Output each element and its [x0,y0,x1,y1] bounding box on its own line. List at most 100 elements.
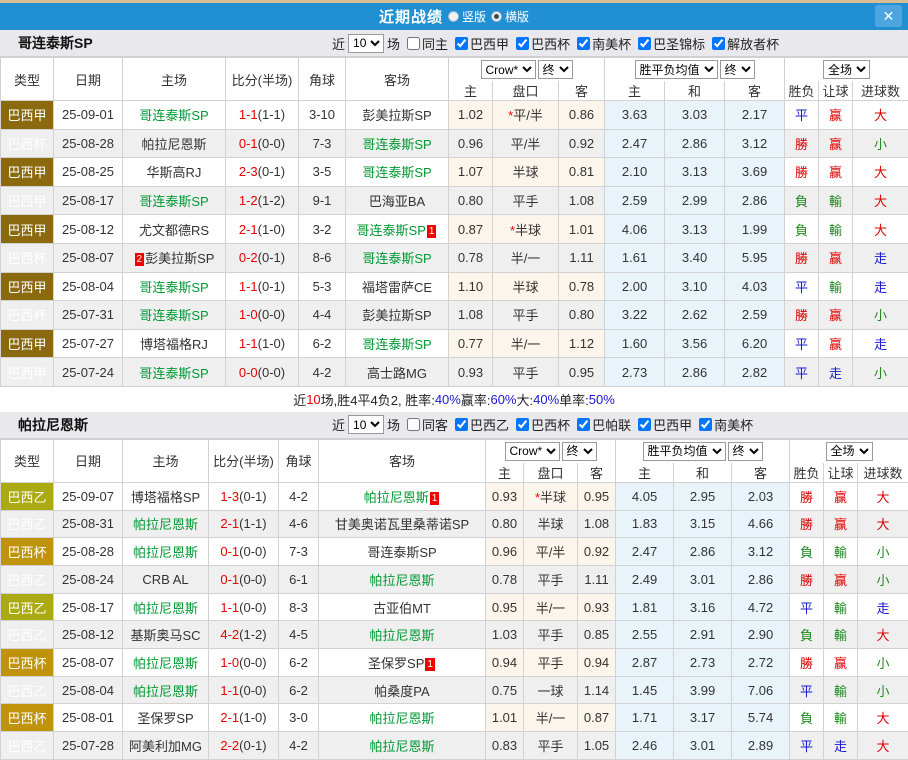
handicap-cell: *半球 [493,215,559,244]
result-handicap-cell: 輸 [819,186,853,215]
mean-away-cell: 2.90 [732,621,790,649]
away-odds-cell: 1.08 [559,186,605,215]
close-button[interactable]: ✕ [875,5,902,27]
mean-home-cell: 1.61 [605,243,665,272]
score-cell: 2-1(1-0) [226,215,299,244]
away-team-cell: 帕拉尼恩斯 [319,566,486,594]
result-goals-cell: 走 [853,272,908,301]
fulltime-score: 1-1 [239,107,258,122]
league-checkbox[interactable] [516,37,529,50]
handicap-cell: 平手 [524,566,578,594]
handicap-cell: 半球 [524,510,578,538]
handicap-cell: 平/半 [493,129,559,158]
mean-home-cell: 2.49 [616,566,674,594]
odds-time-select[interactable]: 终 [538,60,573,79]
date-cell: 25-08-24 [54,566,123,594]
team-name: 彭美拉斯SP [362,308,431,323]
away-team-cell: 甘美奥诺瓦里桑蒂诺SP [319,510,486,538]
mean-away-cell: 2.86 [732,566,790,594]
score-cell: 2-1(1-0) [209,704,279,732]
same-venue-checkbox[interactable] [407,418,420,431]
fulltime-select[interactable]: 全场 [826,442,873,461]
handicap-cell: 半球 [493,272,559,301]
fulltime-score: 0-1 [220,572,239,587]
away-team-cell: 哥连泰斯SP [319,538,486,566]
handicap-cell: 半/一 [524,704,578,732]
mean-select[interactable]: 胜平负均值 [635,60,718,79]
match-count-select[interactable]: 10 [348,415,384,434]
col-away: 客场 [319,439,486,482]
fulltime-select[interactable]: 全场 [823,60,870,79]
result-goals-cell: 小 [858,566,908,594]
result-handicap-cell: 輸 [819,272,853,301]
league-checkbox[interactable] [577,37,590,50]
match-row: 巴西甲 25-09-01 哥连泰斯SP 1-1(1-1) 3-10 彭美拉斯SP… [1,101,908,130]
home-odds-cell: 0.78 [449,243,493,272]
league-checkbox[interactable] [455,37,468,50]
result-goals-cell: 大 [858,732,908,760]
result-wdl-cell: 平 [790,593,824,621]
league-filter: 南美杯 [570,34,631,53]
result-goals-cell: 走 [858,593,908,621]
home-odds-cell: 0.87 [449,215,493,244]
summary-segment: 赢率: [461,390,491,409]
halftime-score: (0-1) [239,738,266,753]
halftime-score: (0-0) [239,544,266,559]
away-team-cell: 帕拉尼恩斯 [319,621,486,649]
halftime-score: (1-1) [239,516,266,531]
result-handicap-cell: 赢 [819,129,853,158]
mean-home-cell: 1.45 [616,676,674,704]
mean-home-cell: 2.00 [605,272,665,301]
result-goals-cell: 小 [853,358,908,387]
league-checkbox[interactable] [638,37,651,50]
match-row: 巴西杯 25-08-07 帕拉尼恩斯 1-0(0-0) 6-2 圣保罗SP1 0… [1,649,908,677]
league-cell: 巴西乙 [1,621,54,649]
mean-time-select[interactable]: 终 [728,442,763,461]
away-odds-cell: 0.81 [559,158,605,187]
result-wdl-cell: 平 [785,101,819,130]
odds-time-select[interactable]: 终 [562,442,597,461]
halftime-score: (0-1) [258,250,285,265]
games-label: 场 [387,34,400,53]
corner-cell: 3-10 [299,101,346,130]
league-filter: 巴圣锦标 [631,34,705,53]
match-row: 巴西乙 25-08-31 帕拉尼恩斯 2-1(1-1) 4-6 甘美奥诺瓦里桑蒂… [1,510,908,538]
matches-table: 类型 日期 主场 比分(半场) 角球 客场 Crow*终 胜平负均值终 全场 主… [0,57,908,387]
league-checkbox[interactable] [455,418,468,431]
mean-draw-cell: 2.99 [665,186,725,215]
handicap-cell: 平手 [524,621,578,649]
score-cell: 0-0(0-0) [226,358,299,387]
layout-radio-horizontal[interactable]: 横版 [491,8,529,25]
mean-time-select[interactable]: 终 [720,60,755,79]
away-team-cell: 高士路MG [346,358,449,387]
league-checkbox[interactable] [699,418,712,431]
league-checkbox[interactable] [516,418,529,431]
handicap-cell: 半/一 [524,593,578,621]
match-row: 巴西甲 25-08-12 尤文都德RS 2-1(1-0) 3-2 哥连泰斯SP1… [1,215,908,244]
result-handicap-cell: 輸 [824,621,858,649]
bookmaker-select[interactable]: Crow* [505,442,560,461]
home-team-cell: CRB AL [123,566,209,594]
mean-draw-cell: 3.01 [674,732,732,760]
result-goals-cell: 大 [853,158,908,187]
same-venue-checkbox[interactable] [407,37,420,50]
match-row: 巴西甲 25-08-25 华斯高RJ 2-3(0-1) 3-5 哥连泰斯SP 1… [1,158,908,187]
result-wdl-cell: 勝 [785,129,819,158]
match-row: 巴西甲 25-07-24 哥连泰斯SP 0-0(0-0) 4-2 高士路MG 0… [1,358,908,387]
halftime-score: (1-0) [258,222,285,237]
league-checkbox[interactable] [638,418,651,431]
away-team-cell: 彭美拉斯SP [346,101,449,130]
league-checkbox[interactable] [712,37,725,50]
league-checkbox-label: 解放者杯 [727,34,779,53]
league-checkbox[interactable] [577,418,590,431]
match-count-select[interactable]: 10 [348,34,384,53]
subcol-7: 让球 [819,81,853,101]
layout-radio-vertical[interactable]: 竖版 [448,8,486,25]
mean-away-cell: 2.86 [725,186,785,215]
team-name: 哥连泰斯SP [362,337,431,352]
bookmaker-select[interactable]: Crow* [481,60,536,79]
mean-select[interactable]: 胜平负均值 [643,442,726,461]
asterisk-marker: * [508,108,513,123]
away-team-cell: 哥连泰斯SP [346,243,449,272]
result-goals-cell: 大 [858,510,908,538]
